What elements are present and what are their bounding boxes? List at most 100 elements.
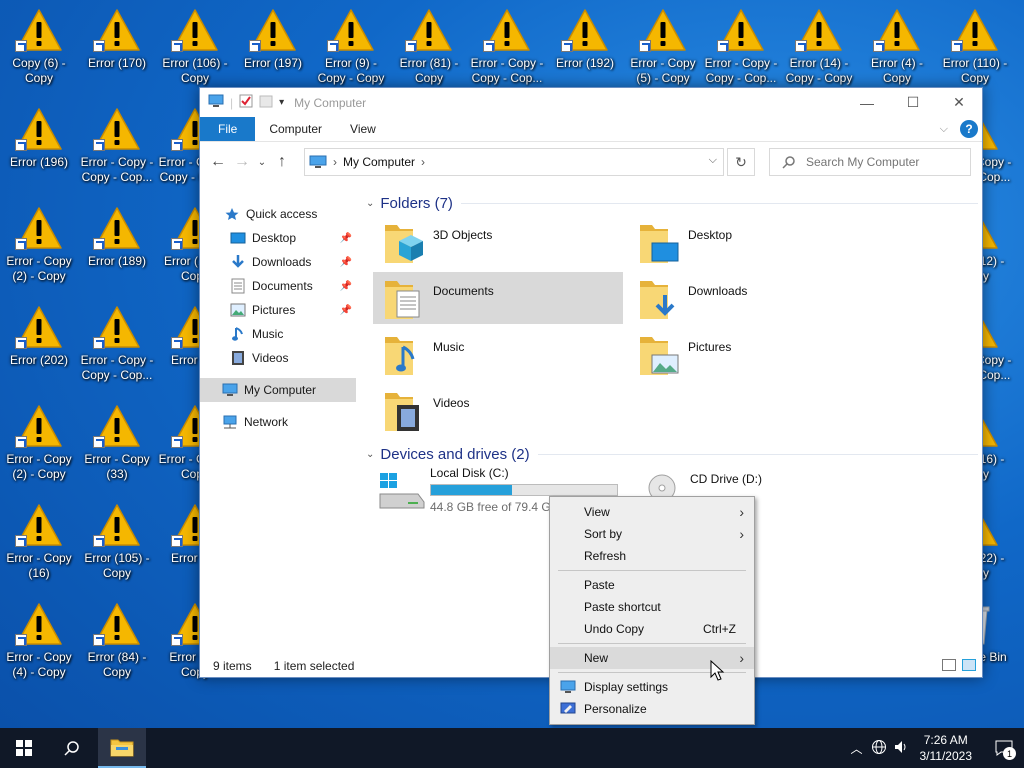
pin-icon[interactable]: 📌	[340, 233, 352, 244]
folder-downloads[interactable]: Downloads	[628, 272, 878, 324]
folders-group-header[interactable]: ⌄ Folders (7)	[360, 192, 978, 214]
pin-icon[interactable]: 📌	[340, 305, 352, 316]
file-explorer-taskbar-button[interactable]	[98, 728, 146, 768]
desktop-shortcut[interactable]: Error (170)	[78, 2, 156, 71]
menu-item-personalize[interactable]: Personalize	[550, 698, 754, 720]
desktop-shortcut[interactable]: Error (106) - Copy	[156, 2, 234, 86]
desktop-shortcut[interactable]: Error (4) - Copy	[858, 2, 936, 86]
pin-icon[interactable]: 📌	[340, 257, 352, 268]
desktop-shortcut[interactable]: Error (202)	[0, 299, 78, 368]
nav-item-documents[interactable]: Documents 📌	[200, 274, 356, 298]
desktop-shortcut[interactable]: Error - Copy (2) - Copy	[0, 398, 78, 482]
nav-item-pictures[interactable]: Pictures 📌	[200, 298, 356, 322]
nav-my-computer[interactable]: My Computer	[200, 378, 356, 402]
qat-dropdown-icon[interactable]: ▾	[279, 97, 284, 108]
folder-documents[interactable]: Documents	[373, 272, 623, 324]
desktop-shortcut[interactable]: Error - Copy - Copy - Cop...	[78, 101, 156, 185]
pin-icon[interactable]: 📌	[340, 281, 352, 292]
desktop-shortcut[interactable]: Error - Copy (5) - Copy	[624, 2, 702, 86]
desktop-icon-label: Error (170)	[87, 56, 146, 70]
large-icons-view-icon[interactable]	[962, 659, 976, 671]
menu-item-refresh[interactable]: Refresh	[550, 545, 754, 567]
folder-videos[interactable]: Videos	[373, 384, 623, 436]
folder-pictures[interactable]: Pictures	[628, 328, 878, 380]
item-count: 9 items	[213, 659, 252, 673]
desktop-shortcut[interactable]: Error (9) - Copy - Copy	[312, 2, 390, 86]
desktop-shortcut[interactable]: Error - Copy (33)	[78, 398, 156, 482]
breadcrumb-separator: ›	[421, 155, 426, 169]
desktop-shortcut[interactable]: Error - Copy - Copy - Cop...	[468, 2, 546, 86]
folder-desktop[interactable]: Desktop	[628, 216, 878, 268]
desktop-shortcut[interactable]: Copy (6) - Copy	[0, 2, 78, 86]
tab-view[interactable]: View	[336, 117, 390, 141]
nav-item-desktop[interactable]: Desktop 📌	[200, 226, 356, 250]
menu-item-view[interactable]: View ›	[550, 501, 754, 523]
shortcut-arrow-icon	[15, 634, 27, 646]
desktop-shortcut[interactable]: Error (110) - Copy	[936, 2, 1014, 86]
refresh-button[interactable]: ↻	[727, 148, 755, 176]
desktop-shortcut[interactable]: Error (192)	[546, 2, 624, 71]
drive-name: CD Drive (D:)	[690, 472, 762, 486]
up-button[interactable]: ↑	[270, 153, 294, 171]
menu-item-sort-by[interactable]: Sort by ›	[550, 523, 754, 545]
devices-group-header[interactable]: ⌄ Devices and drives (2)	[360, 443, 978, 465]
start-button[interactable]	[0, 728, 48, 768]
action-center-button[interactable]: 1	[984, 728, 1024, 768]
maximize-button[interactable]: ☐	[890, 88, 936, 117]
address-bar[interactable]: › My Computer › ⌵	[304, 148, 724, 176]
breadcrumb[interactable]: My Computer	[343, 155, 415, 169]
search-box[interactable]	[769, 148, 971, 176]
menu-item-paste[interactable]: Paste	[550, 574, 754, 596]
folder-icon	[110, 739, 134, 757]
nav-item-music[interactable]: Music	[200, 322, 356, 346]
new-folder-icon[interactable]	[259, 94, 273, 111]
desktop-shortcut[interactable]: Error (81) - Copy	[390, 2, 468, 86]
desktop-shortcut[interactable]: Error (197)	[234, 2, 312, 71]
nav-item-downloads[interactable]: Downloads 📌	[200, 250, 356, 274]
folder-music[interactable]: Music	[373, 328, 623, 380]
show-hidden-icons-icon[interactable]: ︿	[846, 740, 868, 757]
properties-icon[interactable]	[239, 94, 253, 111]
menu-item-undo-copy[interactable]: Undo Copy Ctrl+Z	[550, 618, 754, 640]
desktop-shortcut[interactable]: Error - Copy (4) - Copy	[0, 596, 78, 680]
shortcut-arrow-icon	[171, 337, 183, 349]
desktop-shortcut[interactable]: Error (14) - Copy - Copy	[780, 2, 858, 86]
desktop-shortcut[interactable]: Error - Copy - Copy - Cop...	[702, 2, 780, 86]
desktop-shortcut[interactable]: Error (84) - Copy	[78, 596, 156, 680]
volume-icon[interactable]	[890, 739, 912, 758]
drive-name: Local Disk (C:)	[430, 466, 509, 480]
warning-icon	[327, 8, 375, 52]
nav-quick-access[interactable]: Quick access	[200, 202, 356, 226]
desktop-shortcut[interactable]: Error (196)	[0, 101, 78, 170]
back-button[interactable]: ←	[206, 153, 230, 171]
recent-locations-icon[interactable]: ⌄	[254, 157, 270, 168]
tab-file[interactable]: File	[200, 117, 256, 141]
desktop-icon-label: Error - Copy - Copy - Cop...	[704, 56, 778, 85]
desktop-shortcut[interactable]: Error (105) - Copy	[78, 497, 156, 581]
desktop-icon-label: Error (110) - Copy	[942, 56, 1008, 85]
network-icon[interactable]	[868, 739, 890, 758]
folder-name: Desktop	[688, 228, 733, 242]
search-input[interactable]	[806, 155, 966, 169]
desktop-shortcut[interactable]: Error - Copy - Copy - Cop...	[78, 299, 156, 383]
details-view-icon[interactable]	[942, 659, 956, 671]
folder-3d-objects[interactable]: 3D Objects	[373, 216, 623, 268]
forward-button[interactable]: →	[230, 153, 254, 171]
minimize-button[interactable]: —	[844, 88, 890, 117]
desktop-shortcut[interactable]: Error - Copy (2) - Copy	[0, 200, 78, 284]
close-button[interactable]: ✕	[936, 88, 982, 117]
address-dropdown-icon[interactable]: ⌵	[709, 154, 717, 167]
nav-item-videos[interactable]: Videos	[200, 346, 356, 370]
desktop-shortcut[interactable]: Error (189)	[78, 200, 156, 269]
search-button[interactable]	[48, 728, 96, 768]
help-icon[interactable]: ?	[960, 120, 978, 138]
tab-computer[interactable]: Computer	[255, 117, 336, 141]
menu-item-paste-shortcut[interactable]: Paste shortcut	[550, 596, 754, 618]
expand-ribbon-icon[interactable]: ⌵	[940, 123, 948, 136]
desktop-icon	[230, 230, 246, 246]
clock[interactable]: 7:26 AM 3/11/2023	[920, 732, 973, 764]
title-bar[interactable]: | ▾ My Computer — ☐ ✕	[200, 88, 982, 117]
desktop-shortcut[interactable]: Error - Copy (16)	[0, 497, 78, 581]
nav-network[interactable]: Network	[200, 410, 356, 434]
desktop-icon-label: Error (81) - Copy	[399, 56, 459, 85]
